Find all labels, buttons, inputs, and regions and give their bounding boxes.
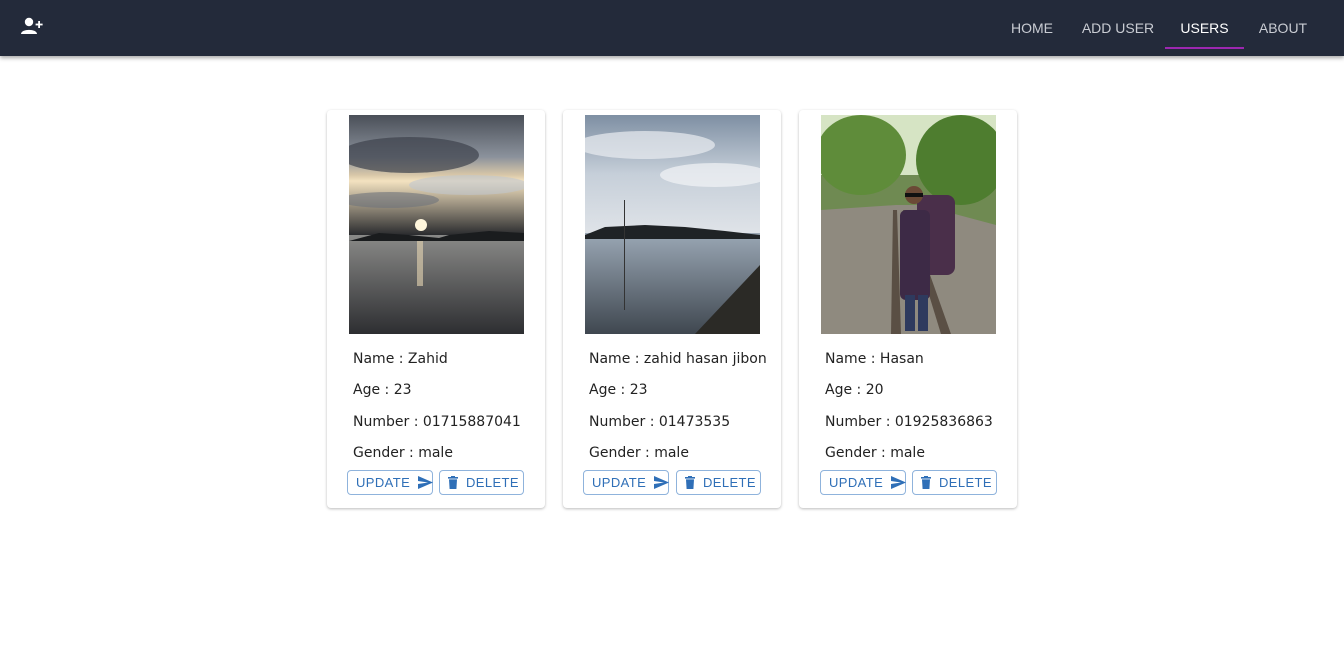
user-card: Name : Zahid Age : 23 Number : 017158870… [327, 110, 545, 508]
user-card: Name : Hasan Age : 20 Number : 019258368… [799, 110, 1017, 508]
delete-button[interactable]: DELETE [912, 470, 997, 495]
user-number: Number : 01925836863 [825, 414, 993, 430]
user-photo [585, 115, 760, 334]
update-button-label: UPDATE [592, 475, 647, 490]
trash-icon [448, 476, 458, 489]
update-button-label: UPDATE [356, 475, 411, 490]
app-bar: HOME ADD USER USERS ABOUT [0, 0, 1344, 56]
user-age: Age : 23 [589, 382, 648, 398]
user-number: Number : 01473535 [589, 414, 731, 430]
nav-home[interactable]: HOME [1004, 0, 1060, 56]
send-icon [418, 476, 434, 489]
update-button[interactable]: UPDATE [820, 470, 907, 495]
delete-button-label: DELETE [939, 475, 992, 490]
nav-users[interactable]: USERS [1165, 0, 1244, 56]
delete-button[interactable]: DELETE [676, 470, 761, 495]
update-button[interactable]: UPDATE [583, 470, 670, 495]
send-icon [654, 476, 670, 489]
user-gender: Gender : male [353, 445, 453, 461]
update-button-label: UPDATE [829, 475, 884, 490]
user-name: Name : zahid hasan jibon [589, 351, 767, 367]
user-name: Name : Hasan [825, 351, 924, 367]
person-add-icon[interactable] [20, 16, 44, 36]
user-photo [349, 115, 524, 334]
user-card: Name : zahid hasan jibon Age : 23 Number… [563, 110, 781, 508]
user-gender: Gender : male [589, 445, 689, 461]
user-number: Number : 01715887041 [353, 414, 521, 430]
trash-icon [921, 476, 931, 489]
delete-button[interactable]: DELETE [439, 470, 524, 495]
user-age: Age : 23 [353, 382, 412, 398]
trash-icon [685, 476, 695, 489]
send-icon [891, 476, 907, 489]
nav-add-user[interactable]: ADD USER [1078, 0, 1158, 56]
delete-button-label: DELETE [466, 475, 519, 490]
nav-about[interactable]: ABOUT [1252, 0, 1314, 56]
user-name: Name : Zahid [353, 351, 448, 367]
user-gender: Gender : male [825, 445, 925, 461]
delete-button-label: DELETE [703, 475, 756, 490]
update-button[interactable]: UPDATE [347, 470, 434, 495]
user-photo [821, 115, 996, 334]
user-age: Age : 20 [825, 382, 884, 398]
